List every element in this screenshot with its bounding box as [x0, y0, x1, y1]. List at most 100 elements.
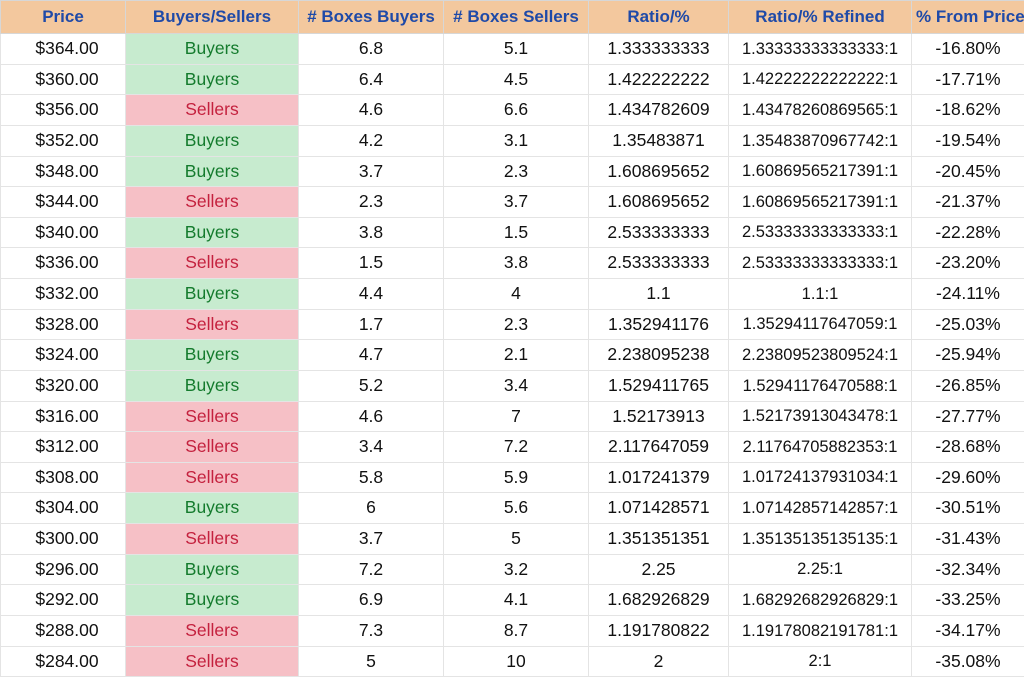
cell-ratio-refined[interactable]: 1.35135135135135:1 — [729, 524, 912, 555]
cell-boxes-sellers[interactable]: 3.2 — [444, 554, 589, 585]
cell-buyers-sellers[interactable]: Sellers — [126, 401, 299, 432]
cell-ratio-refined[interactable]: 1.01724137931034:1 — [729, 462, 912, 493]
cell-ratio-refined[interactable]: 1.60869565217391:1 — [729, 187, 912, 218]
cell-boxes-sellers[interactable]: 1.5 — [444, 217, 589, 248]
cell-boxes-buyers[interactable]: 4.7 — [299, 340, 444, 371]
cell-price[interactable]: $300.00 — [1, 524, 126, 555]
cell-pct-from-price[interactable]: -29.60% — [912, 462, 1024, 493]
cell-boxes-buyers[interactable]: 6.8 — [299, 34, 444, 65]
cell-ratio-refined[interactable]: 1.42222222222222:1 — [729, 64, 912, 95]
cell-ratio[interactable]: 2.533333333 — [589, 248, 729, 279]
col-header-ratio[interactable]: Ratio/% — [589, 1, 729, 34]
cell-pct-from-price[interactable]: -34.17% — [912, 615, 1024, 646]
cell-buyers-sellers[interactable]: Buyers — [126, 217, 299, 248]
cell-pct-from-price[interactable]: -33.25% — [912, 585, 1024, 616]
cell-boxes-buyers[interactable]: 3.7 — [299, 156, 444, 187]
cell-pct-from-price[interactable]: -31.43% — [912, 524, 1024, 555]
table-row[interactable]: $336.00Sellers1.53.82.5333333332.5333333… — [1, 248, 1024, 279]
col-header-boxes-sellers[interactable]: # Boxes Sellers — [444, 1, 589, 34]
table-row[interactable]: $292.00Buyers6.94.11.6829268291.68292682… — [1, 585, 1024, 616]
cell-price[interactable]: $340.00 — [1, 217, 126, 248]
cell-price[interactable]: $348.00 — [1, 156, 126, 187]
cell-boxes-sellers[interactable]: 4.5 — [444, 64, 589, 95]
cell-boxes-buyers[interactable]: 3.7 — [299, 524, 444, 555]
cell-ratio[interactable]: 1.071428571 — [589, 493, 729, 524]
cell-ratio[interactable]: 1.017241379 — [589, 462, 729, 493]
cell-pct-from-price[interactable]: -20.45% — [912, 156, 1024, 187]
cell-boxes-sellers[interactable]: 4 — [444, 279, 589, 310]
cell-boxes-sellers[interactable]: 5.6 — [444, 493, 589, 524]
cell-price[interactable]: $364.00 — [1, 34, 126, 65]
cell-price[interactable]: $296.00 — [1, 554, 126, 585]
cell-ratio-refined[interactable]: 2:1 — [729, 646, 912, 677]
cell-boxes-sellers[interactable]: 7.2 — [444, 432, 589, 463]
cell-ratio[interactable]: 1.434782609 — [589, 95, 729, 126]
cell-buyers-sellers[interactable]: Sellers — [126, 309, 299, 340]
cell-ratio-refined[interactable]: 1.07142857142857:1 — [729, 493, 912, 524]
cell-boxes-buyers[interactable]: 3.8 — [299, 217, 444, 248]
col-header-pct-from-price[interactable]: % From Price — [912, 1, 1024, 34]
cell-boxes-buyers[interactable]: 4.2 — [299, 125, 444, 156]
cell-pct-from-price[interactable]: -35.08% — [912, 646, 1024, 677]
cell-boxes-buyers[interactable]: 5 — [299, 646, 444, 677]
table-row[interactable]: $284.00Sellers51022:1-35.08% — [1, 646, 1024, 677]
cell-buyers-sellers[interactable]: Sellers — [126, 646, 299, 677]
cell-boxes-buyers[interactable]: 5.8 — [299, 462, 444, 493]
cell-boxes-sellers[interactable]: 4.1 — [444, 585, 589, 616]
cell-ratio[interactable]: 2.117647059 — [589, 432, 729, 463]
cell-pct-from-price[interactable]: -32.34% — [912, 554, 1024, 585]
cell-ratio-refined[interactable]: 1.68292682926829:1 — [729, 585, 912, 616]
table-row[interactable]: $360.00Buyers6.44.51.4222222221.42222222… — [1, 64, 1024, 95]
cell-ratio-refined[interactable]: 2.11764705882353:1 — [729, 432, 912, 463]
cell-ratio-refined[interactable]: 1.19178082191781:1 — [729, 615, 912, 646]
cell-boxes-sellers[interactable]: 8.7 — [444, 615, 589, 646]
cell-boxes-sellers[interactable]: 5.1 — [444, 34, 589, 65]
cell-buyers-sellers[interactable]: Sellers — [126, 432, 299, 463]
cell-buyers-sellers[interactable]: Sellers — [126, 615, 299, 646]
cell-ratio-refined[interactable]: 1.60869565217391:1 — [729, 156, 912, 187]
table-row[interactable]: $288.00Sellers7.38.71.1917808221.1917808… — [1, 615, 1024, 646]
cell-ratio-refined[interactable]: 1.52941176470588:1 — [729, 370, 912, 401]
table-row[interactable]: $300.00Sellers3.751.3513513511.351351351… — [1, 524, 1024, 555]
cell-ratio[interactable]: 1.608695652 — [589, 187, 729, 218]
cell-buyers-sellers[interactable]: Buyers — [126, 370, 299, 401]
cell-pct-from-price[interactable]: -27.77% — [912, 401, 1024, 432]
cell-ratio-refined[interactable]: 2.25:1 — [729, 554, 912, 585]
cell-ratio[interactable]: 1.1 — [589, 279, 729, 310]
cell-ratio[interactable]: 2 — [589, 646, 729, 677]
table-row[interactable]: $296.00Buyers7.23.22.252.25:1-32.34% — [1, 554, 1024, 585]
cell-boxes-sellers[interactable]: 2.1 — [444, 340, 589, 371]
table-row[interactable]: $316.00Sellers4.671.521739131.5217391304… — [1, 401, 1024, 432]
cell-pct-from-price[interactable]: -18.62% — [912, 95, 1024, 126]
cell-boxes-sellers[interactable]: 7 — [444, 401, 589, 432]
table-row[interactable]: $356.00Sellers4.66.61.4347826091.4347826… — [1, 95, 1024, 126]
cell-pct-from-price[interactable]: -28.68% — [912, 432, 1024, 463]
cell-boxes-sellers[interactable]: 3.8 — [444, 248, 589, 279]
cell-buyers-sellers[interactable]: Sellers — [126, 95, 299, 126]
col-header-buyers-sellers[interactable]: Buyers/Sellers — [126, 1, 299, 34]
cell-price[interactable]: $308.00 — [1, 462, 126, 493]
cell-boxes-buyers[interactable]: 2.3 — [299, 187, 444, 218]
cell-boxes-buyers[interactable]: 1.7 — [299, 309, 444, 340]
cell-ratio[interactable]: 1.608695652 — [589, 156, 729, 187]
cell-ratio[interactable]: 2.238095238 — [589, 340, 729, 371]
cell-buyers-sellers[interactable]: Buyers — [126, 493, 299, 524]
cell-boxes-buyers[interactable]: 1.5 — [299, 248, 444, 279]
cell-ratio-refined[interactable]: 1.43478260869565:1 — [729, 95, 912, 126]
cell-buyers-sellers[interactable]: Buyers — [126, 554, 299, 585]
cell-buyers-sellers[interactable]: Sellers — [126, 462, 299, 493]
col-header-price[interactable]: Price — [1, 1, 126, 34]
cell-price[interactable]: $304.00 — [1, 493, 126, 524]
cell-price[interactable]: $344.00 — [1, 187, 126, 218]
table-row[interactable]: $328.00Sellers1.72.31.3529411761.3529411… — [1, 309, 1024, 340]
cell-ratio[interactable]: 1.333333333 — [589, 34, 729, 65]
col-header-ratio-refined[interactable]: Ratio/% Refined — [729, 1, 912, 34]
cell-ratio-refined[interactable]: 1.52173913043478:1 — [729, 401, 912, 432]
cell-ratio[interactable]: 1.351351351 — [589, 524, 729, 555]
cell-boxes-sellers[interactable]: 2.3 — [444, 309, 589, 340]
cell-pct-from-price[interactable]: -23.20% — [912, 248, 1024, 279]
cell-ratio[interactable]: 1.52173913 — [589, 401, 729, 432]
cell-price[interactable]: $328.00 — [1, 309, 126, 340]
cell-pct-from-price[interactable]: -22.28% — [912, 217, 1024, 248]
table-row[interactable]: $324.00Buyers4.72.12.2380952382.23809523… — [1, 340, 1024, 371]
